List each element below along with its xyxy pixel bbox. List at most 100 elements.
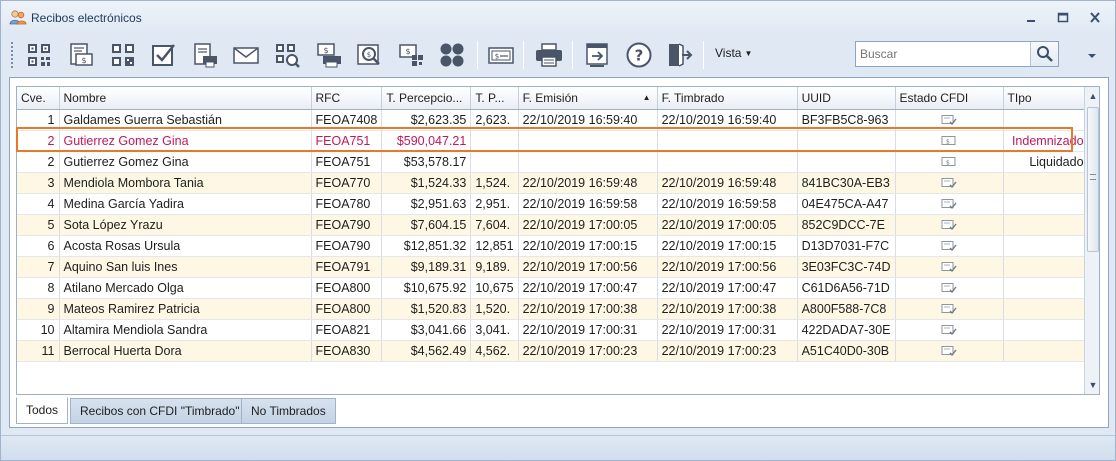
cell-t-percepcion: $1,520.83 <box>381 298 472 320</box>
exit-door-icon[interactable] <box>663 39 695 71</box>
toolbar: $ $ $ $ $ ? Vista ▼ Buscar <box>9 35 1109 75</box>
search-input[interactable] <box>860 45 1010 63</box>
qr-scan-icon[interactable] <box>23 39 55 71</box>
column-header-estado-cfdi[interactable]: Estado CFDI <box>895 87 1004 110</box>
maximize-button[interactable] <box>1054 11 1072 25</box>
svg-text:$: $ <box>405 47 410 56</box>
receipt-money-icon[interactable]: $ <box>65 39 97 71</box>
column-header-uuid[interactable]: UUID <box>797 87 896 110</box>
svg-text:$: $ <box>946 160 950 167</box>
cell-estado-cfdi: $ <box>895 151 1004 173</box>
search-button[interactable] <box>1030 42 1058 66</box>
help-icon[interactable]: ? <box>623 39 655 71</box>
cell-nombre: Gutierrez Gomez Gina <box>59 151 312 173</box>
cell-rfc: FEOA751 <box>311 151 383 173</box>
cell-f-timbrado <box>657 130 798 152</box>
scroll-down-icon[interactable]: ▼ <box>1087 378 1099 392</box>
cfdi-stamped-icon <box>941 325 957 336</box>
table-row[interactable]: 6 Acosta Rosas Ursula FEOA790 $12,851.32 12,… <box>17 235 1089 257</box>
toolbar-separator <box>572 41 573 69</box>
toolbar-overflow-button[interactable] <box>1087 49 1097 63</box>
tab-recibos-timbrado[interactable]: Recibos con CFDI "Timbrado" <box>70 398 250 424</box>
table-row[interactable]: 8 Atilano Mercado Olga FEOA800 $10,675.92 10… <box>17 277 1089 299</box>
export-window-icon[interactable] <box>581 39 613 71</box>
toolbar-grip[interactable] <box>10 41 14 69</box>
cell-uuid: 3E03FC3C-74D <box>797 256 896 278</box>
table-row[interactable]: 9 Mateos Ramirez Patricia FEOA800 $1,520.83… <box>17 298 1089 320</box>
cell-t-percepcion: $12,851.32 <box>381 235 472 257</box>
cfdi-stamped-icon <box>941 115 957 126</box>
close-button[interactable] <box>1086 11 1104 25</box>
cell-cve: 5 <box>17 214 60 236</box>
cell-estado-cfdi <box>895 193 1004 215</box>
users-app-icon <box>9 9 27 25</box>
table-row[interactable]: 2 Gutierrez Gomez Gina FEOA751 $53,578.17 $ L… <box>17 151 1089 173</box>
cell-tipo <box>1003 340 1089 362</box>
cell-cve: 6 <box>17 235 60 257</box>
qr-search-icon[interactable] <box>271 39 303 71</box>
title-bar: Recibos electrónicos <box>1 1 1115 34</box>
tab-todos[interactable]: Todos <box>16 397 69 424</box>
table-row[interactable]: 11 Berrocal Huerta Dora FEOA830 $4,562.49 4,… <box>17 340 1089 362</box>
cell-f-timbrado <box>657 151 798 173</box>
cell-uuid: BF3FB5C8-963 <box>797 109 896 131</box>
column-header-rfc[interactable]: RFC <box>311 87 383 110</box>
cell-estado-cfdi: $ <box>895 130 1004 152</box>
cell-t-p <box>470 151 519 173</box>
cfdi-document-icon: $ <box>941 157 956 167</box>
envelope-icon[interactable] <box>230 39 262 71</box>
checkbox-icon[interactable] <box>147 39 179 71</box>
bill-icon[interactable]: $ <box>485 39 517 71</box>
scroll-thumb[interactable] <box>1087 107 1099 252</box>
cell-uuid: C61D6A56-71D <box>797 277 896 299</box>
cell-nombre: Galdames Guerra Sebastián <box>59 109 312 131</box>
table-header: Cve. Nombre RFC T. Percepcio... T. P... … <box>17 87 1089 110</box>
cell-t-p: 2,623. <box>470 109 519 131</box>
cfdi-stamped-icon <box>941 346 957 357</box>
table-row[interactable]: 5 Sota López Yrazu FEOA790 $7,604.15 7,604. 2… <box>17 214 1089 236</box>
minimize-button[interactable] <box>1022 11 1040 25</box>
cell-cve: 9 <box>17 298 60 320</box>
column-header-f-timbrado[interactable]: F. Timbrado <box>657 87 798 110</box>
four-circles-icon[interactable] <box>436 39 468 71</box>
cell-t-p: 2,951. <box>470 193 519 215</box>
cell-t-percepcion: $1,524.33 <box>381 172 472 194</box>
money-print-icon[interactable]: $ <box>313 39 345 71</box>
svg-text:$: $ <box>81 56 86 65</box>
caret-down-icon: ▼ <box>744 49 753 58</box>
cell-uuid <box>797 151 896 173</box>
cell-f-timbrado: 22/10/2019 17:00:05 <box>657 214 798 236</box>
cell-estado-cfdi <box>895 214 1004 236</box>
printer-icon[interactable] <box>533 39 565 71</box>
column-header-tipo[interactable]: TIpo <box>1003 87 1089 110</box>
table-row[interactable]: 10 Altamira Mendiola Sandra FEOA821 $3,041.… <box>17 319 1089 341</box>
money-qr-icon[interactable]: $ <box>395 39 427 71</box>
cell-tipo: Liquidado <box>1003 151 1089 173</box>
cell-cve: 1 <box>17 109 60 131</box>
column-header-t-p[interactable]: T. P... <box>470 87 519 110</box>
search-box <box>855 41 1059 67</box>
table-row[interactable]: 1 Galdames Guerra Sebastián FEOA7408 $2,623… <box>17 109 1089 131</box>
cfdi-stamped-icon <box>941 283 957 294</box>
tab-no-timbrados[interactable]: No Timbrados <box>241 398 336 424</box>
chevron-down-icon <box>1088 54 1096 58</box>
money-search-icon[interactable]: $ <box>353 39 385 71</box>
vista-dropdown[interactable]: Vista ▼ <box>715 46 752 60</box>
table-row[interactable]: 7 Aquino San luis Ines FEOA791 $9,189.31 9,1… <box>17 256 1089 278</box>
cell-t-percepcion: $4,562.49 <box>381 340 472 362</box>
table-row[interactable]: 4 Medina García Yadira FEOA780 $2,951.63 2,9… <box>17 193 1089 215</box>
column-header-t-percepcion[interactable]: T. Percepcio... <box>381 87 472 110</box>
cell-uuid: D13D7031-F7C <box>797 235 896 257</box>
cell-estado-cfdi <box>895 109 1004 131</box>
cell-rfc: FEOA800 <box>311 277 383 299</box>
qr-grid-icon[interactable] <box>107 39 139 71</box>
column-header-cve[interactable]: Cve. <box>17 87 60 110</box>
print-document-icon[interactable] <box>189 39 221 71</box>
vertical-scrollbar[interactable]: ▲ ▼ <box>1084 87 1099 394</box>
column-header-f-emision[interactable]: F. Emisión ▲ <box>518 87 658 110</box>
table-row[interactable]: 2 Gutierrez Gomez Gina FEOA751 $590,047.21 $… <box>17 130 1089 152</box>
table-row[interactable]: 3 Mendiola Mombora Tania FEOA770 $1,524.33 1… <box>17 172 1089 194</box>
scroll-up-icon[interactable]: ▲ <box>1087 89 1099 103</box>
column-header-nombre[interactable]: Nombre <box>59 87 312 110</box>
cell-f-emision: 22/10/2019 16:59:58 <box>518 193 658 215</box>
